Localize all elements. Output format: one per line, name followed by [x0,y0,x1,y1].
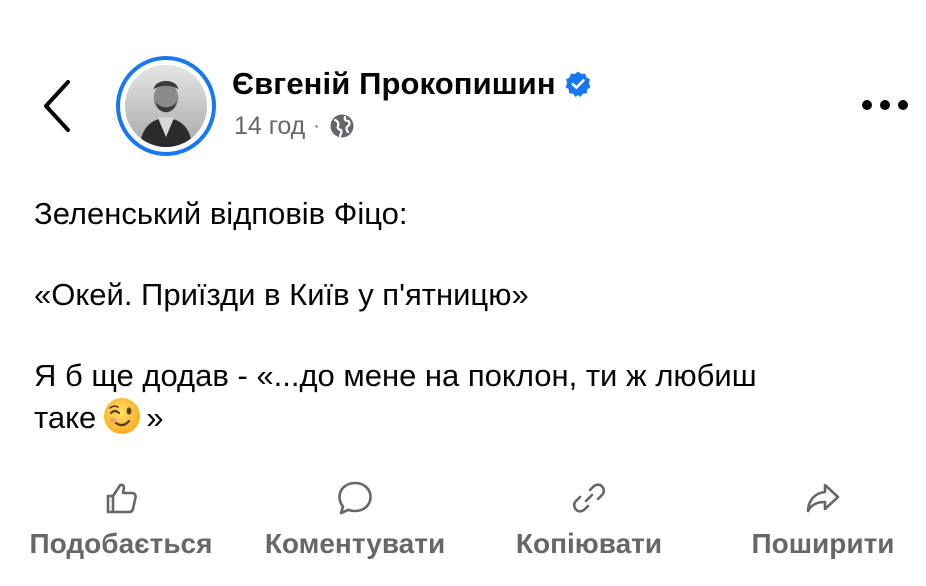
post-time[interactable]: 14 год [234,112,305,141]
link-icon [569,478,609,518]
share-button[interactable]: Поширити [740,478,906,560]
avatar[interactable] [116,56,216,156]
author-name[interactable]: Євгеній Прокопишин [232,66,556,102]
comment-label: Коментувати [264,528,446,559]
post-meta: 14 год · [234,110,355,142]
like-label: Подобається [29,528,213,559]
copy-label: Копіювати [515,528,663,559]
chevron-left-icon [44,80,70,132]
post-line-last: таке » [34,396,904,438]
share-label: Поширити [751,528,895,559]
globe-icon [330,114,354,138]
more-options-button[interactable] [862,96,908,114]
verified-badge-icon [565,71,591,97]
post-line-part: » [146,400,164,435]
share-icon [803,478,843,518]
post-line: Зеленський відповів Фіцо: [34,196,408,231]
comment-icon [335,478,375,518]
thumbs-up-icon [101,478,141,518]
copy-link-button[interactable]: Копіювати [506,478,672,560]
avatar-photo [125,65,207,147]
post-line: «Окей. Приїзди в Київ у п'ятницю» [34,277,529,312]
post-text: Зеленський відповів Фіцо: «Окей. Приїзди… [34,194,904,438]
post-line: Я б ще додав - «...до мене на поклон, ти… [34,358,757,393]
back-button[interactable] [38,78,78,134]
author-row: Євгеній Прокопишин [232,64,592,104]
post-actions-bar: Подобається Коментувати Копіювати Пошири… [0,478,926,578]
winking-face-emoji [102,396,142,436]
like-button[interactable]: Подобається [20,478,222,560]
more-horizontal-icon [862,100,872,110]
post-line-part: таке [34,400,97,435]
meta-separator: · [313,114,320,137]
comment-button[interactable]: Коментувати [250,478,460,560]
